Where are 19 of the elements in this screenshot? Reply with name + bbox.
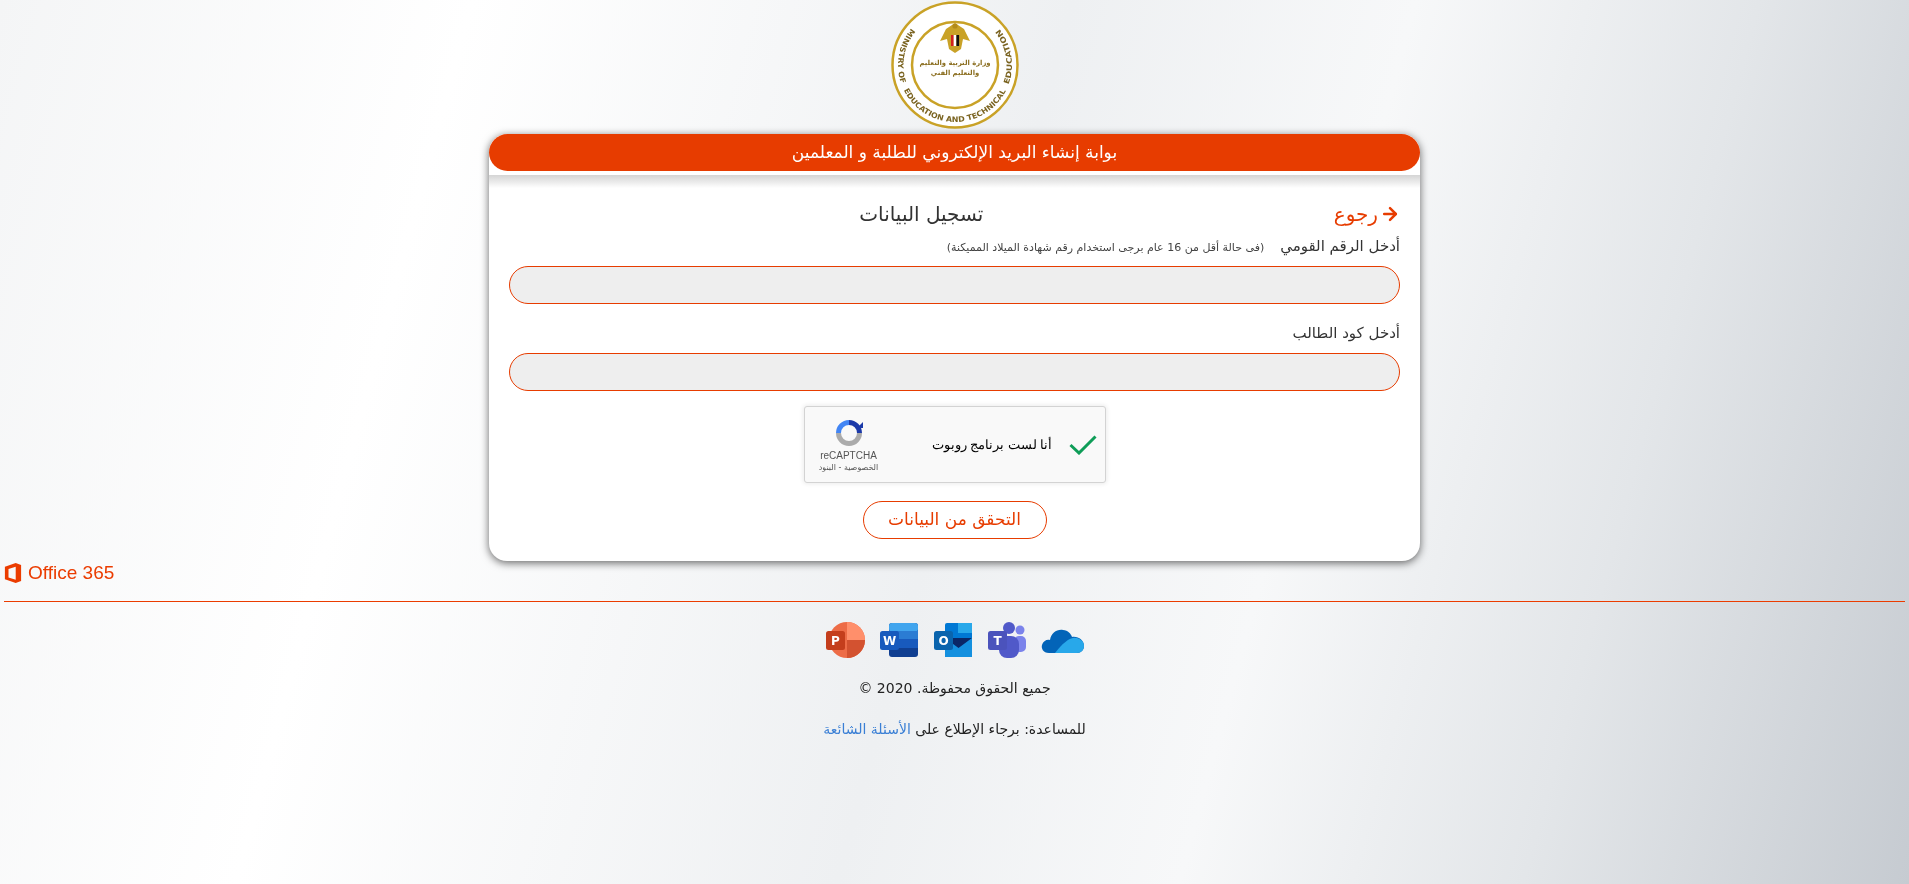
field-hint: (فى حالة أقل من 16 عام برجى استخدام رقم شهادة الميلاد المميكنة) <box>946 240 1265 256</box>
input-field[interactable] <box>509 353 1400 391</box>
checkmark-icon[interactable] <box>1068 434 1097 455</box>
input-field[interactable] <box>509 265 1400 304</box>
office-logo-text: Office 365 <box>28 561 115 585</box>
copyright-text: جميع الحقوق محفوظة. 2020 © <box>858 679 1051 699</box>
field-label: أدخل الرقم القومي <box>1280 235 1400 258</box>
recaptcha-terms-link[interactable]: الخصوصية - البنود <box>818 461 879 473</box>
recaptcha-label: أنا لست برنامج روبوت <box>931 435 1053 455</box>
help-text: للمساعدة: برجاء الإطلاع على الأسئلة الشائعة <box>823 719 1086 740</box>
recaptcha-brand: reCAPTCHA <box>820 449 877 462</box>
faq-link[interactable]: الأسئلة الشائعة <box>823 721 911 737</box>
portal-title-banner: بوابة إنشاء البريد الإلكتروني للطلبة و المعلمين <box>489 134 1420 171</box>
back-link[interactable]: رجوع <box>1333 199 1400 229</box>
form-title: تسجيل البيانات <box>859 201 984 228</box>
office-logo-icon <box>4 562 22 584</box>
verify-button[interactable]: التحقق من البيانات <box>862 501 1047 539</box>
emblem-icon <box>939 23 970 53</box>
field-label: أدخل كود الطالب <box>1292 322 1400 344</box>
